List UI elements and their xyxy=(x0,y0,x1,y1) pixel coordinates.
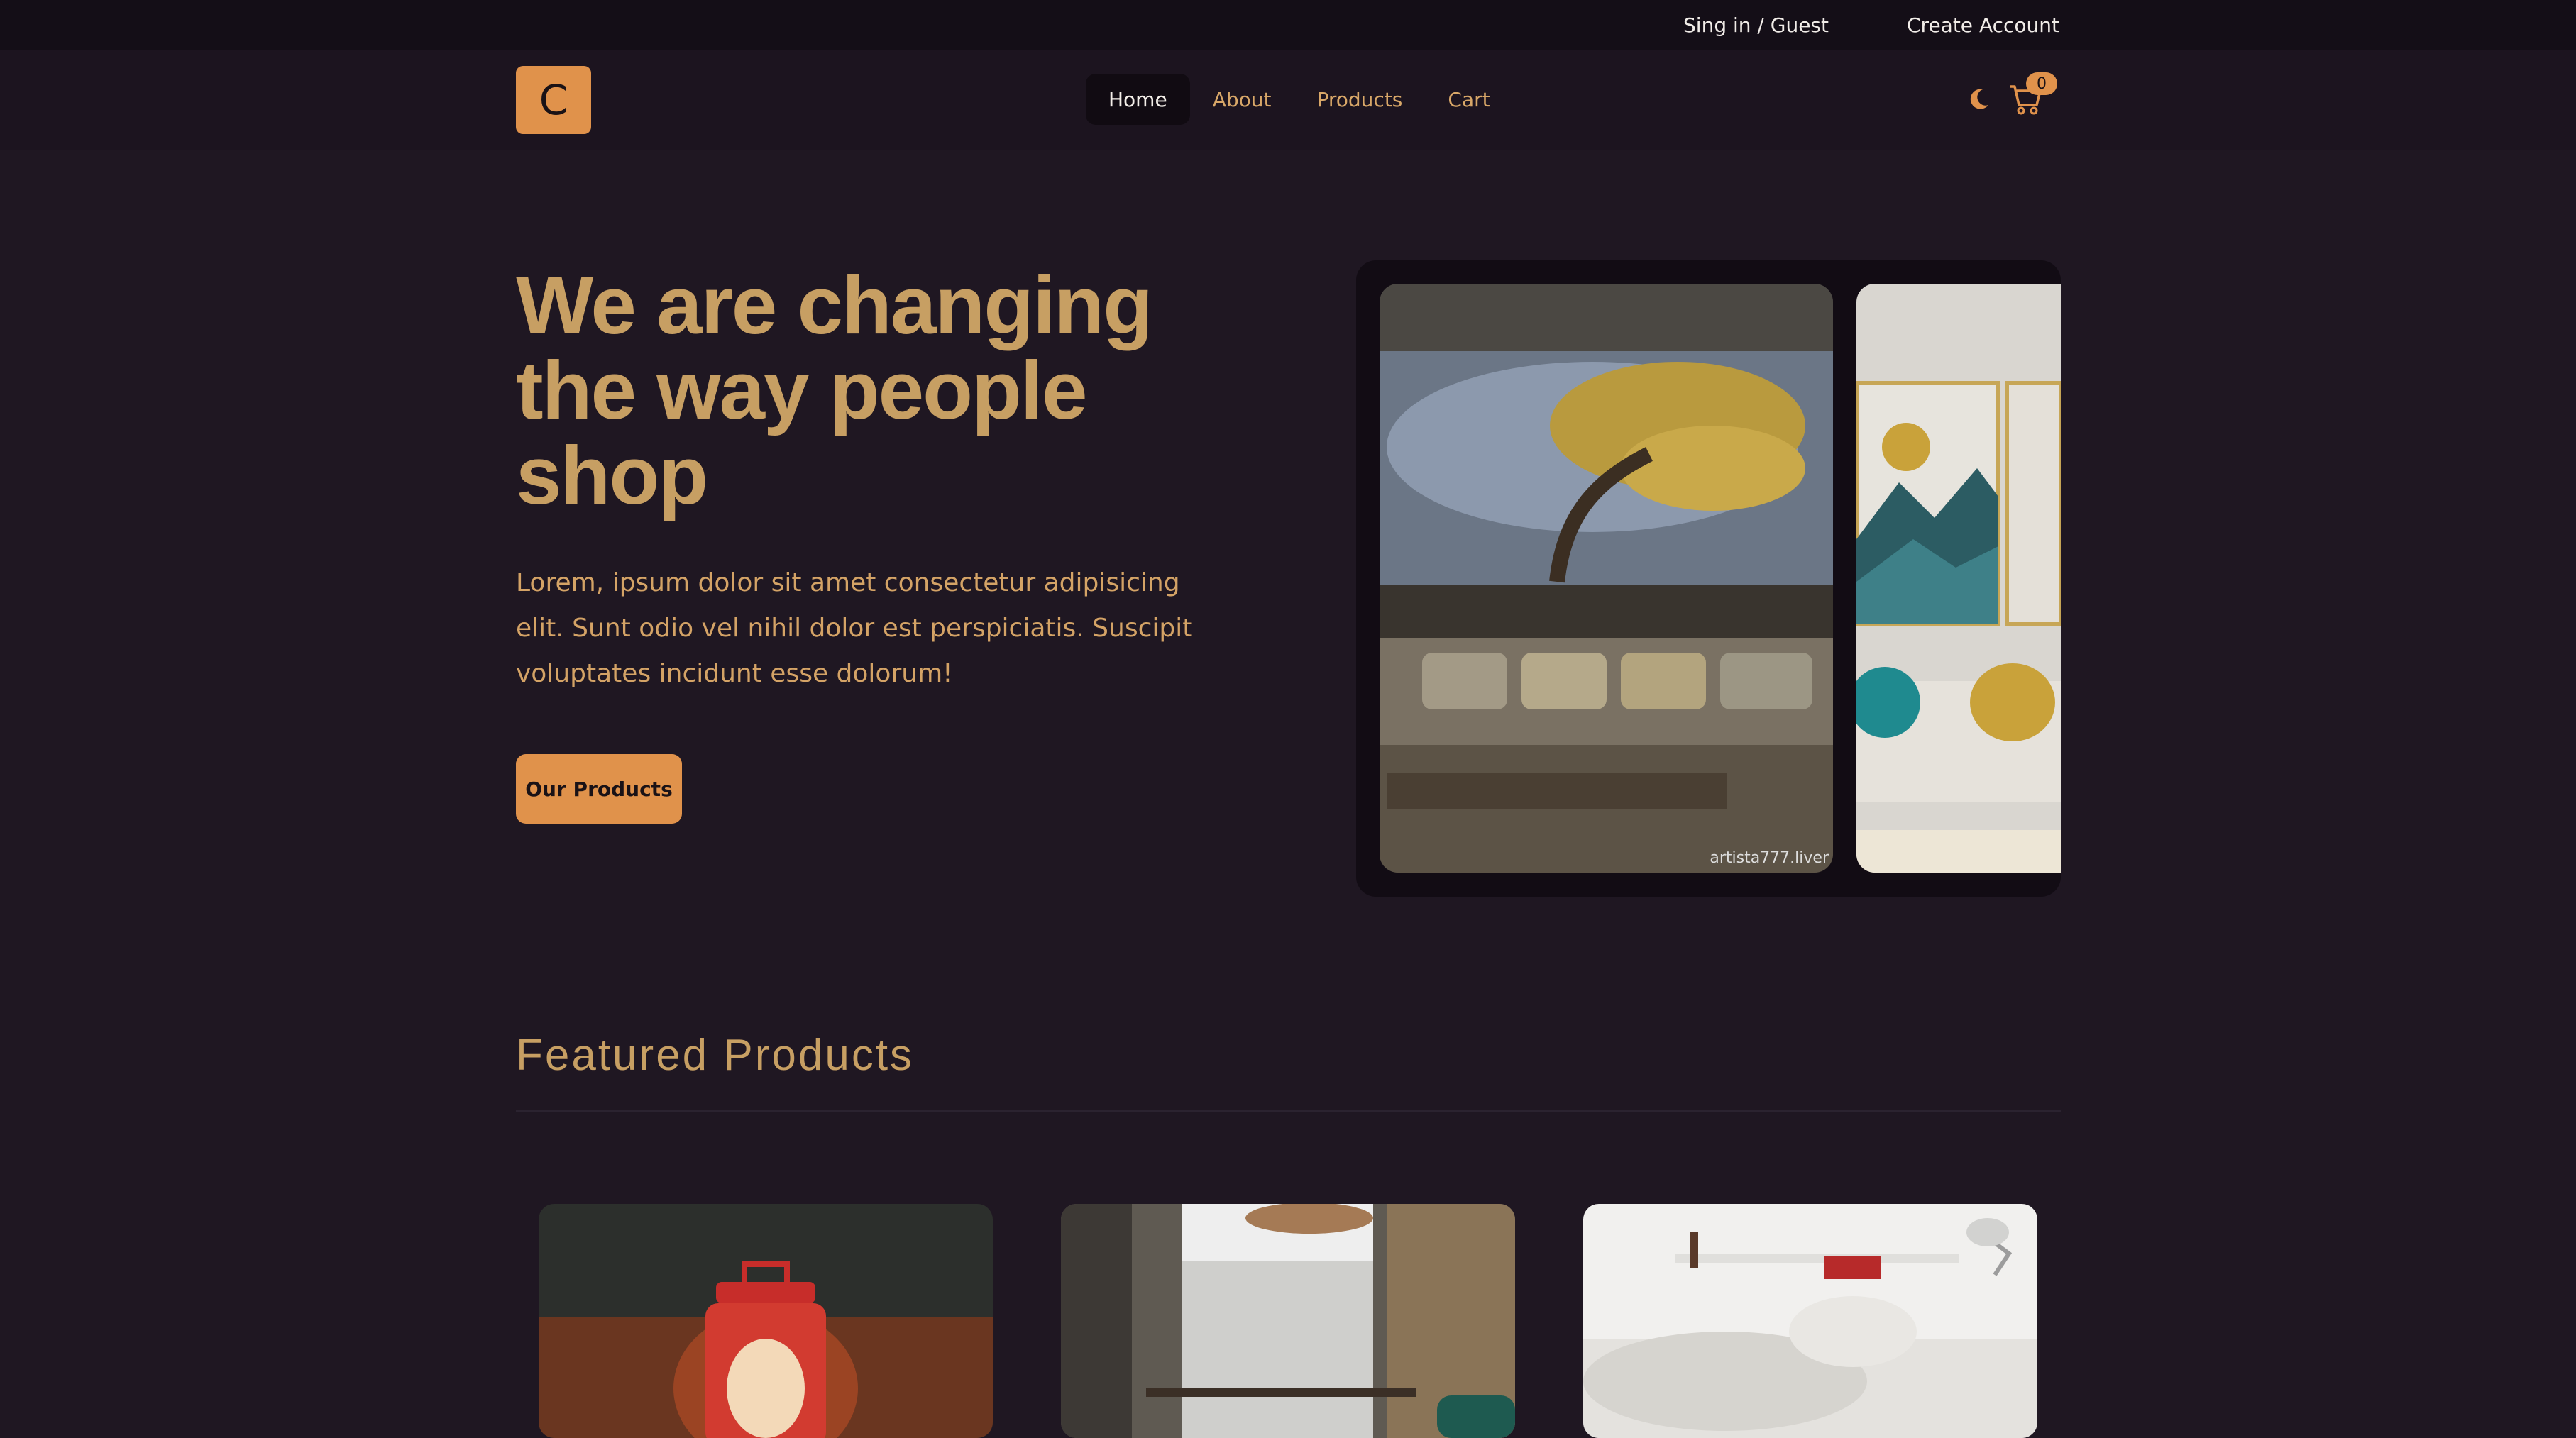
lantern-image xyxy=(539,1204,993,1438)
logo[interactable]: C xyxy=(516,66,591,134)
nav-about[interactable]: About xyxy=(1190,74,1294,125)
hero-description: Lorem, ipsum dolor sit amet consectetur … xyxy=(516,568,1193,688)
carousel-slide-living-room[interactable]: artista777.liver xyxy=(1380,284,1833,873)
hero-carousel[interactable]: artista777.liver xyxy=(1356,260,2061,897)
moon-icon[interactable] xyxy=(1964,85,1993,114)
nav-products[interactable]: Products xyxy=(1294,74,1425,125)
nav-home[interactable]: Home xyxy=(1086,74,1190,125)
our-products-button[interactable]: Our Products xyxy=(516,754,682,824)
featured-title: Featured Products xyxy=(516,1031,915,1080)
bedroom-image xyxy=(1583,1204,2037,1438)
product-card-cafe[interactable] xyxy=(1061,1204,1515,1438)
image-watermark: artista777.liver xyxy=(1710,849,1829,867)
nav-cart[interactable]: Cart xyxy=(1425,74,1512,125)
divider xyxy=(516,1110,2061,1112)
product-card-bedroom[interactable] xyxy=(1583,1204,2037,1438)
navbar: C Home About Products Cart 0 xyxy=(0,50,2576,150)
account-links: Sing in / Guest Create Account xyxy=(1683,0,2059,50)
cafe-image xyxy=(1061,1204,1515,1438)
carousel-slide-wall-art[interactable] xyxy=(1856,284,2061,873)
product-card-lantern[interactable] xyxy=(539,1204,993,1438)
wall-art-image xyxy=(1856,284,2061,873)
living-room-image xyxy=(1380,284,1833,873)
main-nav: Home About Products Cart xyxy=(1086,74,1513,125)
create-account-link[interactable]: Create Account xyxy=(1907,13,2059,37)
top-bar: Sing in / Guest Create Account xyxy=(0,0,2576,50)
signin-link[interactable]: Sing in / Guest xyxy=(1683,13,1829,37)
hero-title: We are changing the way people shop xyxy=(516,259,1153,521)
cart-count-badge: 0 xyxy=(2026,72,2057,95)
